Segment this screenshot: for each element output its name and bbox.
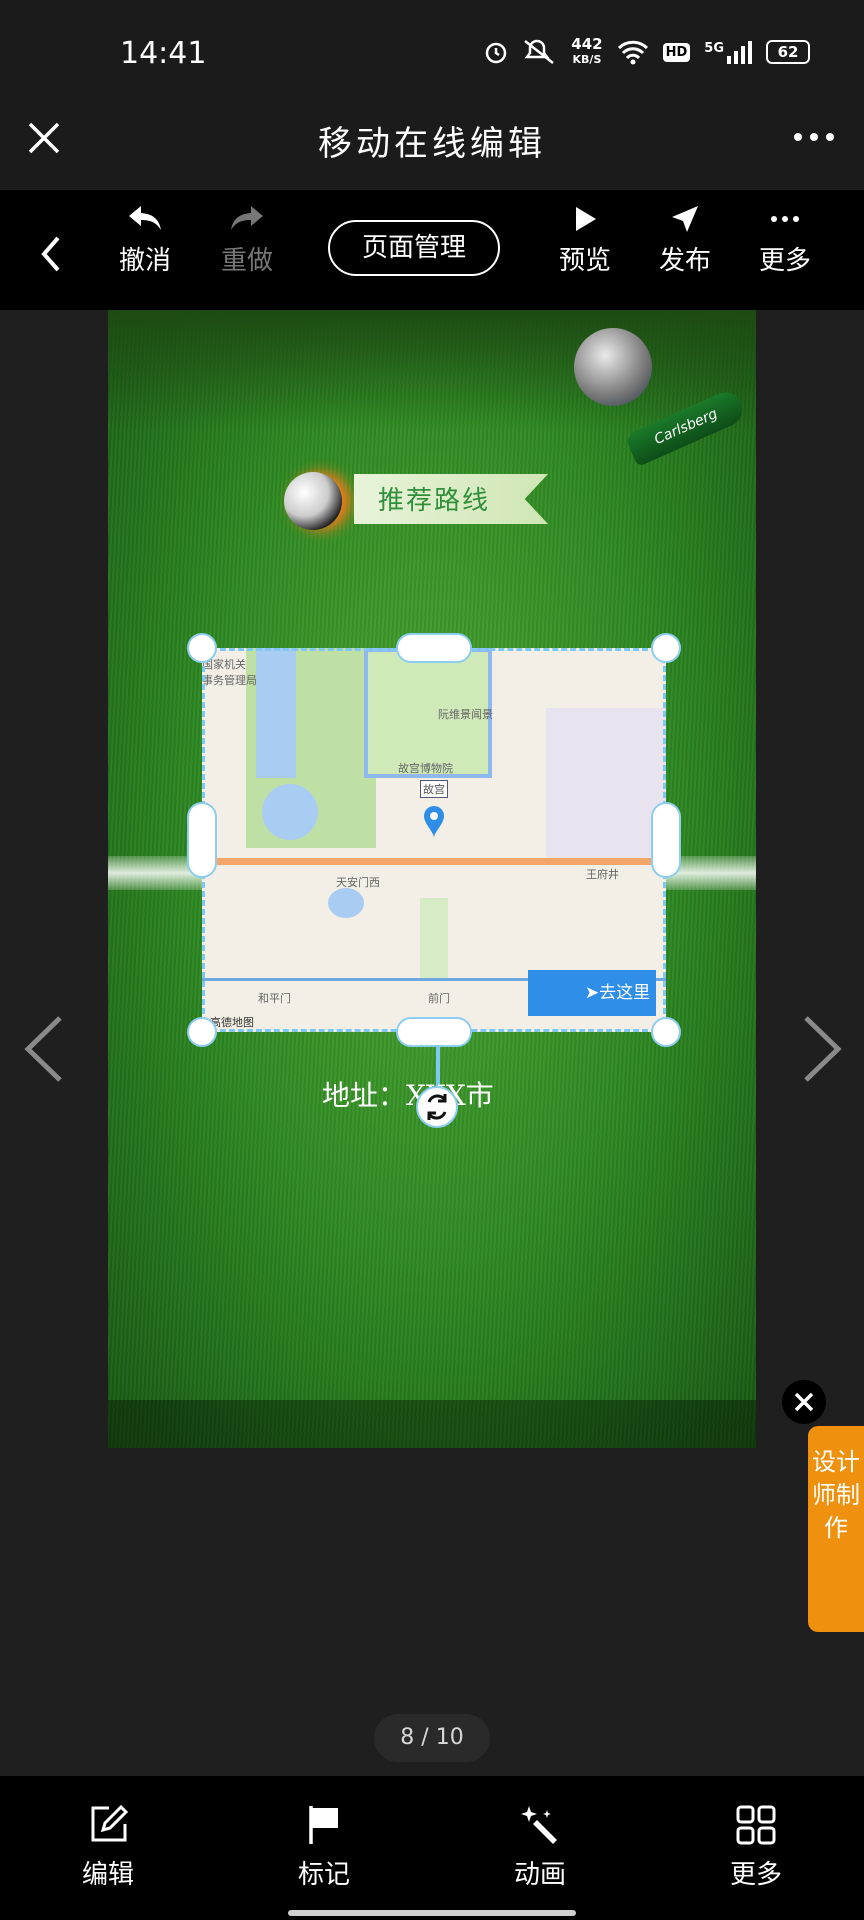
animation-tab[interactable]: 动画 xyxy=(480,1804,600,1891)
play-icon xyxy=(576,207,596,231)
canvas-bottom-shade xyxy=(108,1400,756,1448)
more-options-icon[interactable] xyxy=(792,124,836,150)
grid-icon xyxy=(736,1805,776,1845)
back-chevron-icon[interactable] xyxy=(36,234,66,274)
alarm-icon xyxy=(486,42,507,64)
rotate-icon xyxy=(427,1094,447,1120)
redo-button[interactable]: 重做 xyxy=(202,204,292,277)
address-text[interactable]: 地址：XXX市 xyxy=(322,1074,494,1114)
net-speed: 442 KB/S xyxy=(571,35,603,66)
resize-handle-right[interactable] xyxy=(651,802,681,878)
hd-badge: HD xyxy=(662,42,691,62)
resize-handle-bottom-left[interactable] xyxy=(187,1017,217,1047)
flag-icon xyxy=(309,1806,338,1844)
fire-football-decoration xyxy=(284,472,342,530)
resize-handle-bottom[interactable] xyxy=(396,1017,472,1047)
route-banner-text: 推荐路线 xyxy=(378,486,491,516)
send-icon xyxy=(672,206,698,232)
next-page-arrow-icon[interactable] xyxy=(800,1014,844,1084)
preview-button[interactable]: 预览 xyxy=(540,204,630,277)
designer-made-badge[interactable]: 设计师制作 xyxy=(808,1426,864,1632)
magic-wand-icon xyxy=(521,1806,557,1844)
resize-handle-top-left[interactable] xyxy=(187,633,217,663)
publish-button[interactable]: 发布 xyxy=(640,204,730,277)
page-title: 移动在线编辑 xyxy=(318,124,546,164)
canvas-top-shade xyxy=(108,310,756,430)
resize-handle-top[interactable] xyxy=(396,633,472,663)
undo-button[interactable]: 撤消 xyxy=(100,204,190,277)
edit-tab[interactable]: 编辑 xyxy=(48,1804,168,1891)
more-dots-icon xyxy=(771,216,799,222)
resize-handle-top-right[interactable] xyxy=(651,633,681,663)
edit-icon xyxy=(91,1804,129,1842)
selection-frame xyxy=(202,648,666,1032)
wifi-icon xyxy=(617,40,648,65)
page-indicator: 8 / 10 xyxy=(374,1714,490,1762)
page-canvas[interactable]: Carlsberg 推荐路线 国家机关 事务管理局 故宫博物院 故宫 天安门西 … xyxy=(108,310,756,1448)
signal-5g: 5G xyxy=(704,40,752,64)
home-indicator[interactable] xyxy=(288,1910,576,1916)
resize-handle-bottom-right[interactable] xyxy=(651,1017,681,1047)
redo-icon xyxy=(231,206,263,230)
close-small-icon xyxy=(794,1392,814,1412)
mark-tab[interactable]: 标记 xyxy=(264,1804,384,1891)
prev-page-arrow-icon[interactable] xyxy=(22,1014,66,1084)
close-badge-button[interactable] xyxy=(782,1380,826,1424)
rotate-handle[interactable] xyxy=(416,1086,458,1128)
battery-indicator: 62 xyxy=(766,40,810,64)
page-management-button[interactable]: 页面管理 xyxy=(328,220,500,276)
more-tab[interactable]: 更多 xyxy=(696,1804,816,1891)
status-time: 14:41 xyxy=(120,36,207,71)
mute-icon xyxy=(524,39,555,64)
football-decoration xyxy=(574,328,652,406)
resize-handle-left[interactable] xyxy=(187,802,217,878)
undo-icon xyxy=(129,206,161,230)
more-button[interactable]: 更多 xyxy=(740,204,830,277)
status-icons: 442 KB/S HD 5G 62 xyxy=(483,36,810,68)
